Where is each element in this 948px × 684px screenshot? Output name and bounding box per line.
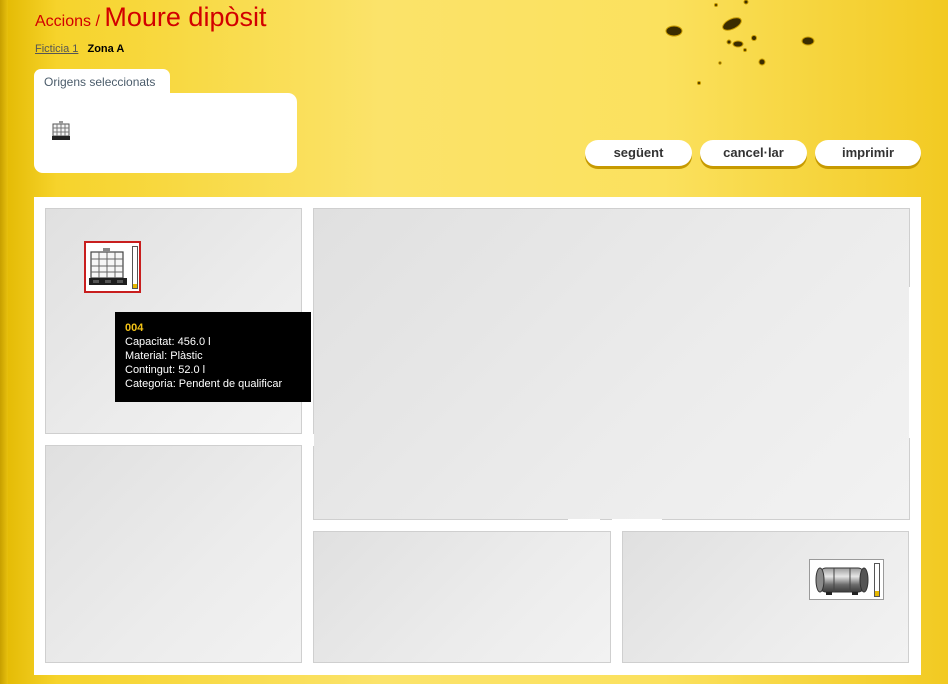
tank-fill-level	[133, 283, 137, 288]
tab-selected-origins[interactable]: Origens seleccionats	[34, 69, 170, 94]
breadcrumb-separator: /	[95, 13, 100, 30]
oil-drops-decoration	[665, 0, 815, 85]
room-bottom-middle[interactable]	[313, 531, 611, 663]
tooltip-content: Contingut: 52.0 l	[125, 364, 206, 376]
location-path: Ficticia 1 Zona A	[35, 43, 124, 55]
tank-004[interactable]	[84, 241, 141, 293]
room-main[interactable]	[313, 208, 910, 520]
doorway-south	[568, 519, 600, 531]
zone-label: Zona A	[87, 43, 125, 55]
page-header: Accions / Moure dipòsit	[35, 2, 266, 33]
doorway-east	[909, 287, 921, 438]
breadcrumb-root[interactable]: Accions	[35, 13, 91, 30]
ibc-container-icon[interactable]	[51, 120, 73, 142]
cylinder-tank-icon	[815, 567, 869, 595]
tooltip-category: Categoria: Pendent de qualificar	[125, 378, 283, 390]
next-button[interactable]: següent	[585, 140, 692, 166]
left-edge-border	[0, 0, 8, 684]
tank-fill-gauge	[132, 246, 138, 289]
tank-info-tooltip: 004 Capacitat: 456.0 l Material: Plàstic…	[115, 312, 311, 402]
cancel-button[interactable]: cancel·lar	[700, 140, 807, 166]
selected-origins-panel	[34, 93, 297, 173]
tooltip-capacity: Capacitat: 456.0 l	[125, 336, 211, 348]
tank-fill-gauge	[874, 563, 880, 597]
tooltip-tank-id: 004	[125, 322, 144, 334]
tooltip-material: Material: Plàstic	[125, 350, 203, 362]
cylindrical-tank[interactable]	[809, 559, 884, 600]
doorway-southeast	[612, 519, 662, 531]
doorway-west	[302, 434, 314, 446]
ibc-container-icon	[89, 248, 127, 285]
site-link[interactable]: Ficticia 1	[35, 43, 78, 55]
print-button[interactable]: imprimir	[815, 140, 921, 166]
tank-fill-level	[875, 591, 879, 596]
page-title: Moure dipòsit	[104, 2, 267, 32]
room-bottom-left[interactable]	[45, 445, 302, 663]
